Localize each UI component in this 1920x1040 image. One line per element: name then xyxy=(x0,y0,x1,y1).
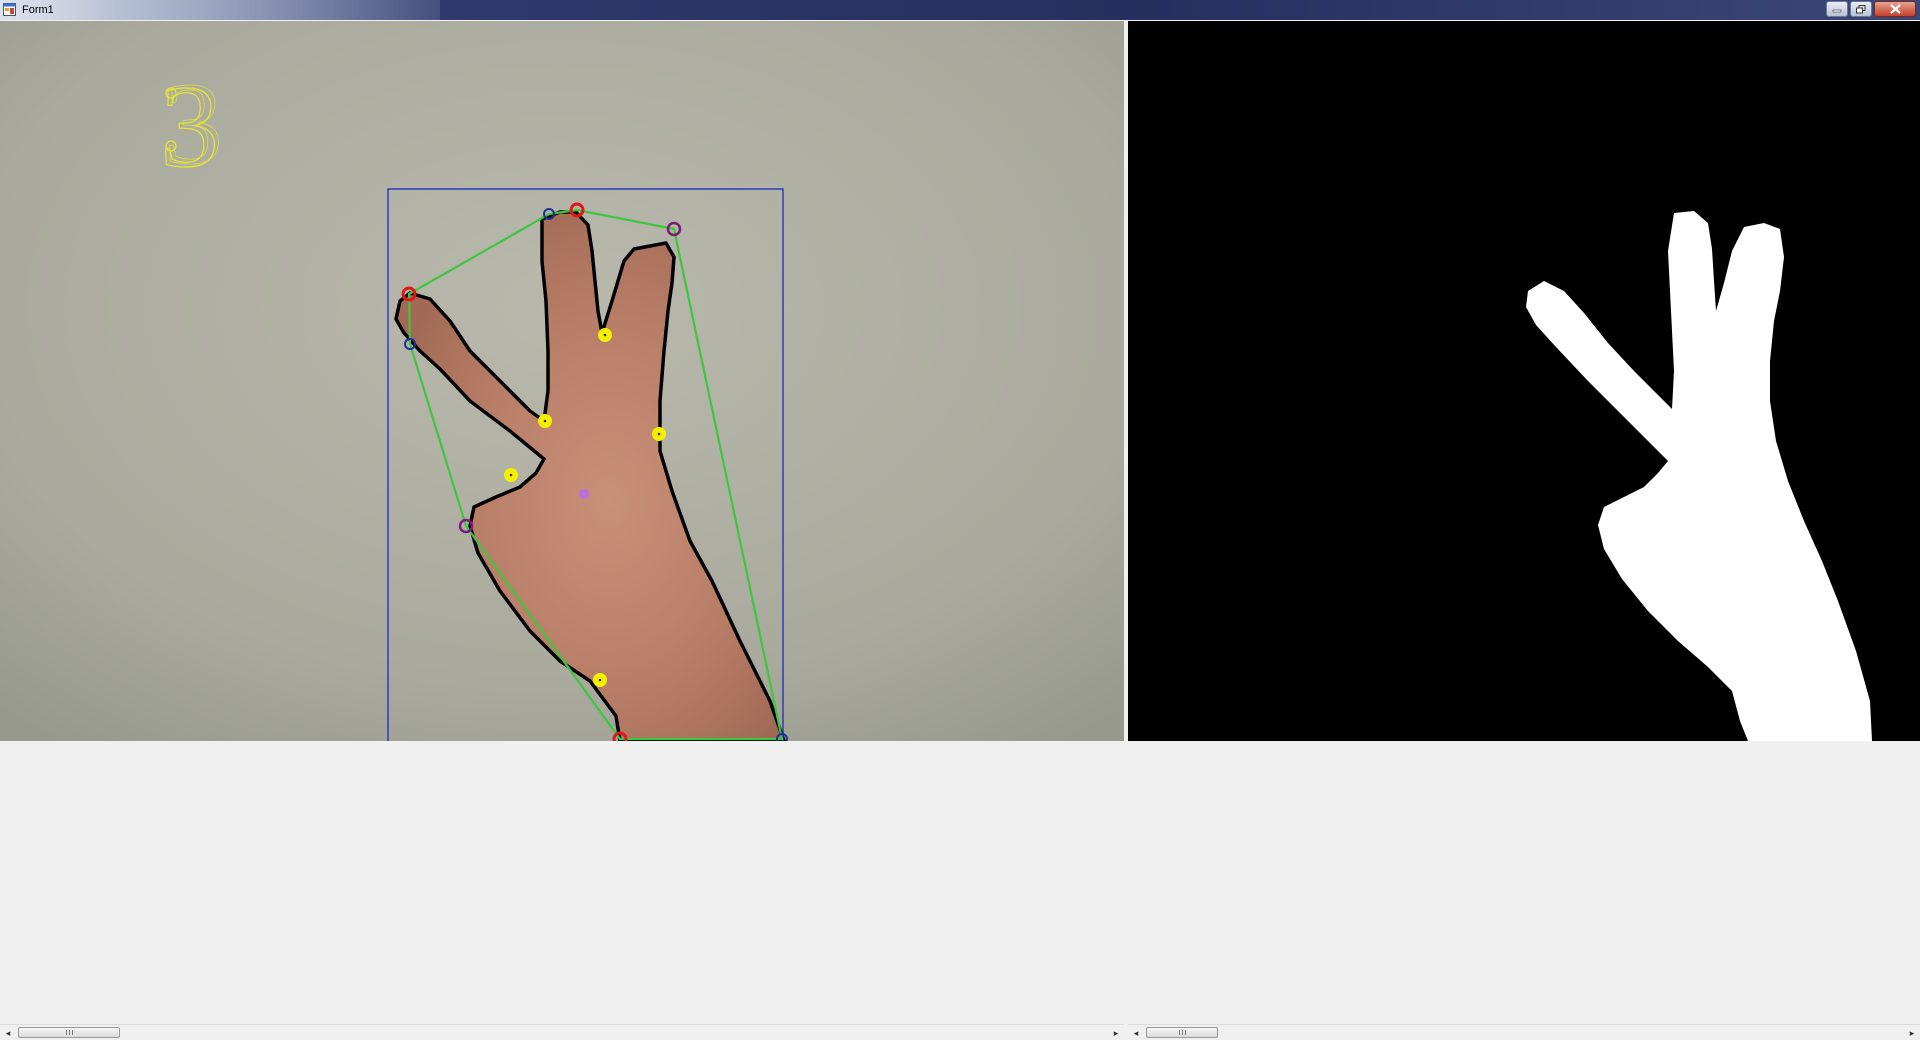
mask-frame xyxy=(1128,21,1920,741)
horizontal-scrollbar-right[interactable]: ◂ ▸ xyxy=(1128,1024,1920,1040)
scroll-left-arrow-icon[interactable]: ◂ xyxy=(1129,1027,1143,1039)
app-icon[interactable] xyxy=(3,3,16,16)
restore-icon xyxy=(1856,4,1866,13)
horizontal-scrollbar-left[interactable]: ◂ ▸ xyxy=(0,1024,1124,1040)
camera-frame: 3 3 xyxy=(0,21,1124,741)
maximize-button[interactable] xyxy=(1850,1,1872,17)
scroll-right-arrow-icon[interactable]: ▸ xyxy=(1905,1027,1919,1039)
mask-view xyxy=(1128,21,1920,741)
close-button[interactable] xyxy=(1874,1,1916,17)
finger-count-shadow: 3 xyxy=(164,58,223,189)
scroll-left-arrow-icon[interactable]: ◂ xyxy=(1,1027,15,1039)
grip-icon xyxy=(65,1030,73,1035)
scrollbar-thumb-right[interactable] xyxy=(1146,1027,1218,1038)
scrollbar-thumb-left[interactable] xyxy=(18,1027,120,1038)
minimize-icon xyxy=(1832,9,1842,13)
palm-center-point xyxy=(579,489,589,499)
title-highlight xyxy=(0,0,440,20)
close-icon xyxy=(1889,4,1901,14)
window-controls xyxy=(1826,1,1916,17)
minimize-button[interactable] xyxy=(1826,1,1848,17)
scroll-right-arrow-icon[interactable]: ▸ xyxy=(1109,1027,1123,1039)
camera-view: 3 3 xyxy=(0,21,1124,741)
title-bar: Form1 xyxy=(0,0,1920,20)
window-title: Form1 xyxy=(22,4,54,16)
grip-icon xyxy=(1178,1030,1186,1035)
